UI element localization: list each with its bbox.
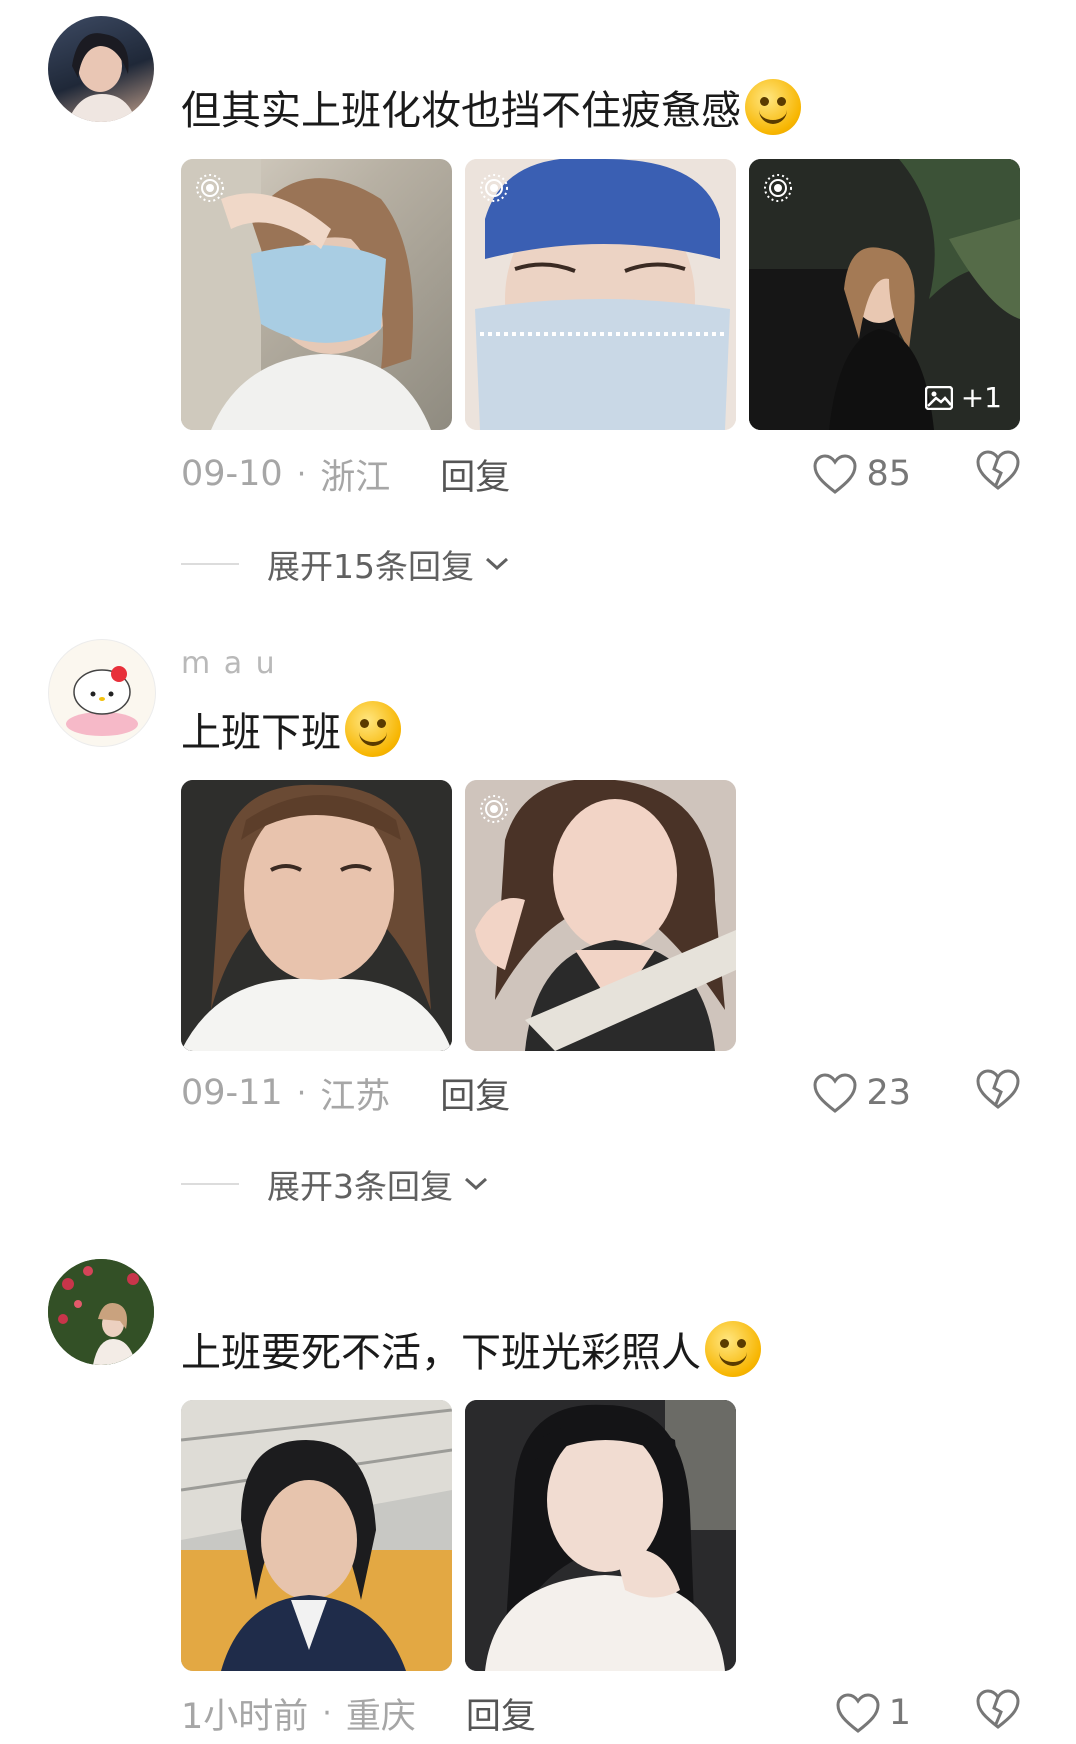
photo-grid [181, 1400, 736, 1671]
comment-text: 上班下班 [181, 710, 341, 756]
heart-icon [813, 454, 857, 494]
avatar-portrait-icon [68, 33, 136, 122]
separator-dot: · [296, 1075, 307, 1111]
separator-dot: · [296, 456, 307, 492]
more-photos-count: +1 [960, 381, 1002, 414]
image-icon [924, 385, 953, 410]
comment-text: 上班要死不活，下班光彩照人 [181, 1330, 701, 1376]
comment-location: 重庆 [345, 1696, 416, 1737]
live-photo-icon [196, 174, 224, 202]
expand-replies-label: 展开3条回复 [267, 1167, 453, 1206]
dislike-button[interactable] [975, 1688, 1021, 1739]
photo-thumbnail[interactable] [181, 1400, 452, 1671]
photo-grid [181, 780, 736, 1051]
like-button[interactable]: 85 [812, 453, 911, 495]
comment-text: 但其实上班化妆也挡不住疲惫感 [181, 88, 741, 134]
grin-emoji-icon [745, 79, 801, 135]
broken-heart-icon [976, 1068, 1020, 1109]
comment-date: 09-11 [181, 1073, 283, 1113]
like-count: 23 [866, 1073, 911, 1113]
broken-heart-icon [976, 449, 1020, 490]
divider [181, 1183, 239, 1185]
photo-thumbnail[interactable]: +1 [749, 159, 1020, 430]
like-button[interactable]: 23 [812, 1072, 911, 1114]
live-photo-icon [480, 795, 508, 823]
live-photo-icon [480, 174, 508, 202]
comment-location: 江苏 [320, 1076, 391, 1117]
photo-thumbnail[interactable] [465, 780, 736, 1051]
chevron-down-icon [485, 557, 509, 571]
live-photo-icon [764, 174, 792, 202]
comment-meta: 09-10 · 浙江 回复 85 [181, 449, 1021, 499]
hello-kitty-icon [66, 666, 138, 736]
goofy-emoji-icon [345, 701, 401, 757]
chevron-down-icon [464, 1177, 488, 1191]
username[interactable]: m a u [181, 646, 277, 681]
divider [181, 563, 239, 565]
broken-heart-icon [976, 1688, 1020, 1729]
expand-replies-label: 展开15条回复 [267, 547, 474, 586]
comment-meta: 1小时前 · 重庆 回复 1 [181, 1688, 1021, 1738]
reply-button[interactable]: 回复 [466, 1688, 536, 1739]
photo-thumbnail[interactable] [465, 159, 736, 430]
heart-icon [813, 1073, 857, 1113]
more-photos-badge[interactable]: +1 [924, 381, 1002, 414]
like-button[interactable]: 1 [835, 1692, 911, 1734]
like-count: 1 [888, 1693, 911, 1733]
expand-replies[interactable]: 展开3条回复 [181, 1160, 489, 1208]
comment-location: 浙江 [320, 457, 391, 498]
reply-button[interactable]: 回复 [440, 1068, 510, 1119]
photo-thumbnail[interactable] [181, 159, 452, 430]
photo-grid: +1 [181, 159, 1020, 430]
dislike-button[interactable] [975, 449, 1021, 500]
comment-date: 1小时前 [181, 1696, 309, 1737]
reply-button[interactable]: 回复 [440, 449, 510, 500]
comment-meta: 09-11 · 江苏 回复 23 [181, 1068, 1021, 1118]
heart-icon [836, 1693, 880, 1733]
comment-date: 09-10 [181, 454, 283, 494]
comment-text-row: 上班要死不活，下班光彩照人 [181, 1320, 761, 1378]
comment-text-row: 但其实上班化妆也挡不住疲惫感 [181, 78, 801, 136]
avatar-portrait-icon [48, 1259, 154, 1365]
avatar[interactable] [48, 16, 154, 122]
comment-text-row: 上班下班 [181, 700, 401, 758]
expand-replies[interactable]: 展开15条回复 [181, 540, 510, 588]
separator-dot: · [322, 1695, 332, 1731]
photo-thumbnail[interactable] [181, 780, 452, 1051]
dislike-button[interactable] [975, 1068, 1021, 1119]
avatar[interactable] [48, 1259, 154, 1365]
photo-thumbnail[interactable] [465, 1400, 736, 1671]
shy-emoji-icon [705, 1321, 761, 1377]
avatar[interactable] [48, 639, 156, 747]
like-count: 85 [866, 454, 911, 494]
